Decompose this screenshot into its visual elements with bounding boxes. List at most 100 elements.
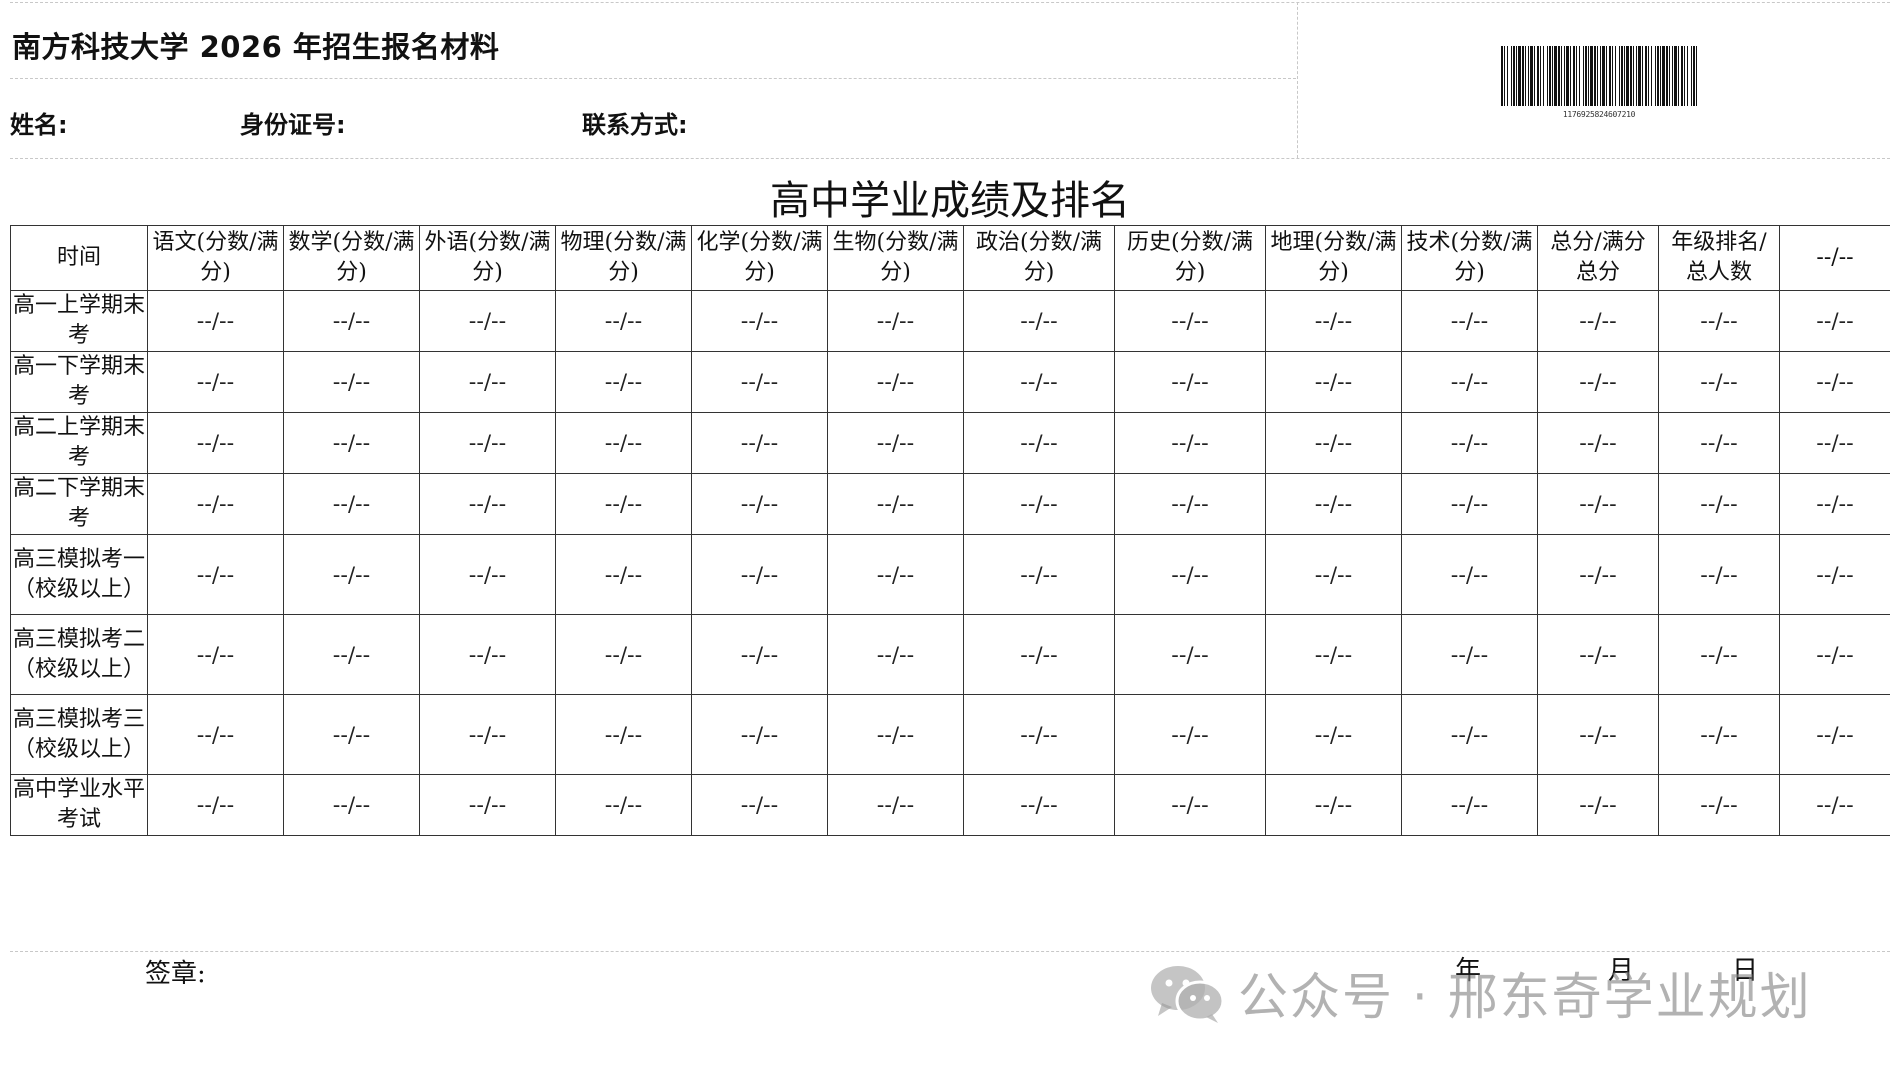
score-cell: --/-- — [1658, 534, 1780, 615]
score-cell: --/-- — [1265, 774, 1402, 836]
score-cell: --/-- — [147, 694, 284, 775]
score-cell: --/-- — [1779, 614, 1890, 695]
barcode-bar — [1585, 46, 1587, 106]
row-label: 高三模拟考三（校级以上） — [10, 694, 148, 775]
score-cell: --/-- — [1114, 412, 1266, 474]
score-cell: --/-- — [1265, 412, 1402, 474]
guide-line — [10, 158, 1890, 159]
score-cell: --/-- — [827, 351, 964, 413]
score-cell: --/-- — [555, 614, 692, 695]
score-cell: --/-- — [1114, 694, 1266, 775]
barcode-bar — [1606, 46, 1607, 106]
table-row: 高中学业水平考试 --/-- --/-- --/-- --/-- --/-- --/-- --… — [10, 774, 1890, 836]
row-label: 高二下学期末考 — [10, 473, 148, 535]
score-cell: --/-- — [1114, 473, 1266, 535]
id-number-field-label: 身份证号: — [240, 111, 346, 139]
score-cell: --/-- — [419, 290, 556, 352]
barcode-bar — [1501, 46, 1503, 106]
score-cell: --/-- — [1779, 412, 1890, 474]
column-header: 总分/满分总分 — [1537, 225, 1659, 291]
score-cell: --/-- — [1779, 351, 1890, 413]
barcode-bar — [1522, 46, 1524, 106]
score-cell: --/-- — [1658, 614, 1780, 695]
score-cell: --/-- — [1401, 774, 1538, 836]
score-cell: --/-- — [1658, 412, 1780, 474]
score-cell: --/-- — [419, 694, 556, 775]
score-cell: --/-- — [1658, 473, 1780, 535]
barcode-bar — [1674, 46, 1677, 106]
score-cell: --/-- — [1537, 412, 1659, 474]
document-sheet: 南方科技大学 2026 年招生报名材料 姓名: 身份证号: 联系方式: 1176… — [10, 0, 1890, 1068]
score-cell: --/-- — [1401, 694, 1538, 775]
barcode-bar — [1594, 46, 1596, 106]
score-cell: --/-- — [1658, 351, 1780, 413]
score-cell: --/-- — [827, 694, 964, 775]
score-cell: --/-- — [1265, 694, 1402, 775]
barcode-bar — [1590, 46, 1593, 106]
barcode-bar — [1636, 46, 1637, 106]
column-header: 物理(分数/满分) — [555, 225, 692, 291]
score-cell: --/-- — [283, 614, 420, 695]
row-label: 高三模拟考一（校级以上） — [10, 534, 148, 615]
score-cell: --/-- — [1401, 473, 1538, 535]
score-cell: --/-- — [283, 351, 420, 413]
table-row: 高二上学期末考 --/-- --/-- --/-- --/-- --/-- --/-- --/… — [10, 412, 1890, 474]
score-cell: --/-- — [827, 534, 964, 615]
barcode-bar — [1570, 46, 1571, 106]
barcode-bar — [1564, 46, 1565, 106]
barcode-bar — [1540, 46, 1541, 106]
score-cell: --/-- — [1779, 290, 1890, 352]
barcode-bar — [1518, 46, 1521, 106]
barcode-bar — [1537, 46, 1539, 106]
score-cell: --/-- — [1658, 694, 1780, 775]
barcode-bar — [1530, 46, 1533, 106]
score-cell: --/-- — [1114, 351, 1266, 413]
barcode-bar — [1513, 46, 1515, 106]
barcode-bar — [1687, 46, 1688, 106]
table-row: 高一下学期末考 --/-- --/-- --/-- --/-- --/-- --/-- --/… — [10, 351, 1890, 413]
score-cell: --/-- — [827, 290, 964, 352]
scores-table: 时间 语文(分数/满分) 数学(分数/满分) 外语(分数/满分) 物理(分数/满分) 化学… — [10, 225, 1890, 836]
column-header: 外语(分数/满分) — [419, 225, 556, 291]
score-cell: --/-- — [147, 774, 284, 836]
score-cell: --/-- — [963, 290, 1115, 352]
score-cell: --/-- — [691, 351, 828, 413]
barcode-bar — [1600, 46, 1601, 106]
barcode-bar — [1626, 46, 1629, 106]
row-label: 高三模拟考二（校级以上） — [10, 614, 148, 695]
score-cell: --/-- — [1265, 290, 1402, 352]
guide-line — [10, 78, 1296, 79]
barcode-bar — [1696, 46, 1697, 106]
document-title: 南方科技大学 2026 年招生报名材料 — [12, 30, 500, 64]
score-cell: --/-- — [1537, 351, 1659, 413]
score-cell: --/-- — [419, 774, 556, 836]
score-cell: --/-- — [1114, 534, 1266, 615]
score-cell: --/-- — [147, 534, 284, 615]
score-cell: --/-- — [419, 614, 556, 695]
score-cell: --/-- — [691, 614, 828, 695]
column-header: 语文(分数/满分) — [147, 225, 284, 291]
score-cell: --/-- — [691, 534, 828, 615]
score-cell: --/-- — [1779, 473, 1890, 535]
score-cell: --/-- — [147, 614, 284, 695]
table-body: 高一上学期末考 --/-- --/-- --/-- --/-- --/-- --/-- --/… — [10, 290, 1890, 836]
barcode-bar — [1609, 46, 1611, 106]
table-row: 高一上学期末考 --/-- --/-- --/-- --/-- --/-- --/-- --/… — [10, 290, 1890, 352]
barcode-bar — [1561, 46, 1562, 106]
column-header: 生物(分数/满分) — [827, 225, 964, 291]
column-header: 历史(分数/满分) — [1114, 225, 1266, 291]
signature-label: 签章: — [145, 959, 206, 989]
score-cell: --/-- — [1114, 774, 1266, 836]
score-cell: --/-- — [147, 473, 284, 535]
barcode-bar — [1648, 46, 1649, 106]
score-cell: --/-- — [1537, 290, 1659, 352]
score-cell: --/-- — [1779, 774, 1890, 836]
score-cell: --/-- — [147, 351, 284, 413]
score-cell: --/-- — [1401, 351, 1538, 413]
score-cell: --/-- — [963, 614, 1115, 695]
score-cell: --/-- — [691, 290, 828, 352]
table-row: 高三模拟考三（校级以上） --/-- --/-- --/-- --/-- --/-- --/… — [10, 694, 1890, 775]
barcode-bar — [1528, 46, 1529, 106]
score-cell: --/-- — [1265, 614, 1402, 695]
score-cell: --/-- — [147, 290, 284, 352]
